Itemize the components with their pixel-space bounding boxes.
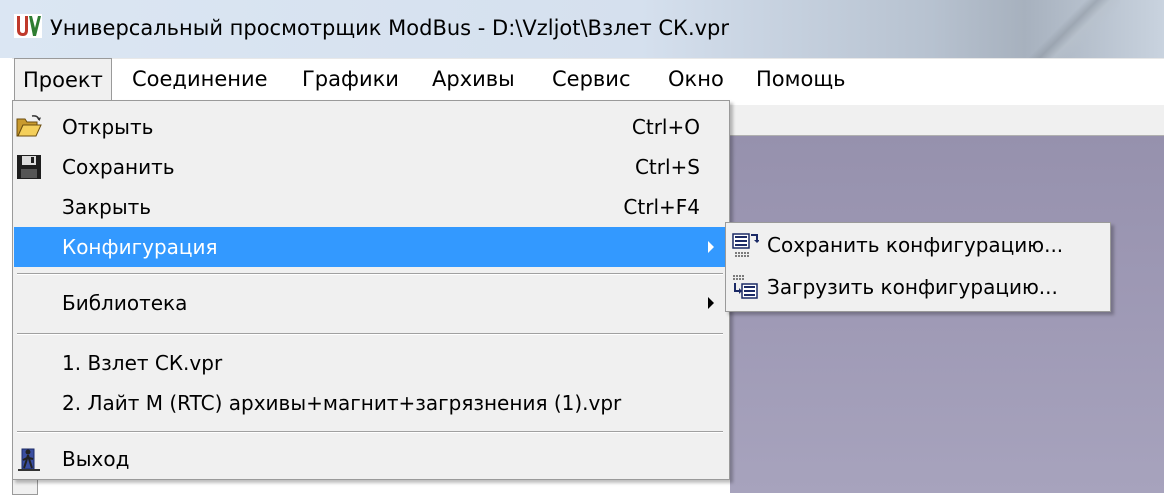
configuration-submenu: Сохранить конфигурацию... Загрузить конф… (725, 222, 1111, 312)
menu-item-library-label: Библиотека (62, 291, 188, 315)
submenu-item-save-config-label: Сохранить конфигурацию... (767, 233, 1064, 257)
menu-item-close-label: Закрыть (62, 195, 152, 219)
menu-item-open-label: Открыть (62, 115, 154, 139)
submenu-arrow-icon (708, 297, 714, 309)
status-bar-stub (12, 478, 38, 495)
menu-window[interactable]: Окно (660, 59, 732, 99)
menu-separator (17, 431, 723, 433)
menu-separator (17, 273, 723, 275)
menu-bar: Проект Соединение Графики Архивы Сервис … (12, 58, 1164, 101)
menu-item-close-shortcut: Ctrl+F4 (623, 195, 700, 219)
menu-separator (17, 333, 723, 335)
menu-item-save-label: Сохранить (62, 155, 175, 179)
floppy-disk-icon (17, 155, 41, 179)
menu-item-recent-2[interactable]: 2. Лайт М (RTC) архивы+магнит+загрязнени… (14, 383, 728, 423)
menu-item-save-shortcut: Ctrl+S (634, 155, 700, 179)
menu-item-save[interactable]: Сохранить Ctrl+S (14, 147, 728, 187)
menu-help[interactable]: Помощь (748, 59, 854, 99)
submenu-item-load-config-label: Загрузить конфигурацию... (767, 275, 1058, 299)
menu-archives[interactable]: Архивы (424, 59, 523, 99)
mdi-workspace (730, 136, 1164, 493)
title-bar: Универсальный просмотрщик ModBus - D:\Vz… (0, 0, 1164, 58)
menu-item-exit[interactable]: Выход (14, 439, 728, 479)
menu-item-open[interactable]: Открыть Ctrl+O (14, 107, 728, 147)
folder-open-icon (16, 115, 42, 137)
menu-service[interactable]: Сервис (544, 59, 638, 99)
submenu-item-load-config[interactable]: Загрузить конфигурацию... (727, 267, 1109, 307)
menu-item-configuration[interactable]: Конфигурация (14, 227, 728, 267)
save-config-icon (732, 233, 759, 257)
menu-item-open-shortcut: Ctrl+O (631, 115, 700, 139)
toolbar-strip (730, 105, 1164, 136)
menu-project[interactable]: Проект (14, 58, 112, 101)
window-title: Универсальный просмотрщик ModBus - D:\Vz… (50, 16, 730, 40)
menu-item-configuration-label: Конфигурация (62, 235, 218, 259)
submenu-item-save-config[interactable]: Сохранить конфигурацию... (727, 225, 1109, 265)
menu-item-recent-2-label: 2. Лайт М (RTC) архивы+магнит+загрязнени… (62, 391, 622, 415)
menu-charts[interactable]: Графики (294, 59, 407, 99)
menu-item-exit-label: Выход (62, 447, 130, 471)
menu-item-library[interactable]: Библиотека (14, 283, 728, 323)
menu-item-recent-1-label: 1. Взлет СК.vpr (62, 351, 223, 375)
load-config-icon (733, 275, 758, 299)
submenu-arrow-icon (708, 241, 714, 253)
menu-item-recent-1[interactable]: 1. Взлет СК.vpr (14, 343, 728, 383)
title-bar-decoration (1010, 0, 1120, 58)
project-dropdown-menu: Открыть Ctrl+O Сохранить Ctrl+S Закрыть … (12, 100, 730, 480)
app-logo-icon (14, 14, 42, 38)
exit-door-icon (18, 448, 40, 471)
menu-connection[interactable]: Соединение (124, 59, 276, 99)
menu-item-close[interactable]: Закрыть Ctrl+F4 (14, 187, 728, 227)
